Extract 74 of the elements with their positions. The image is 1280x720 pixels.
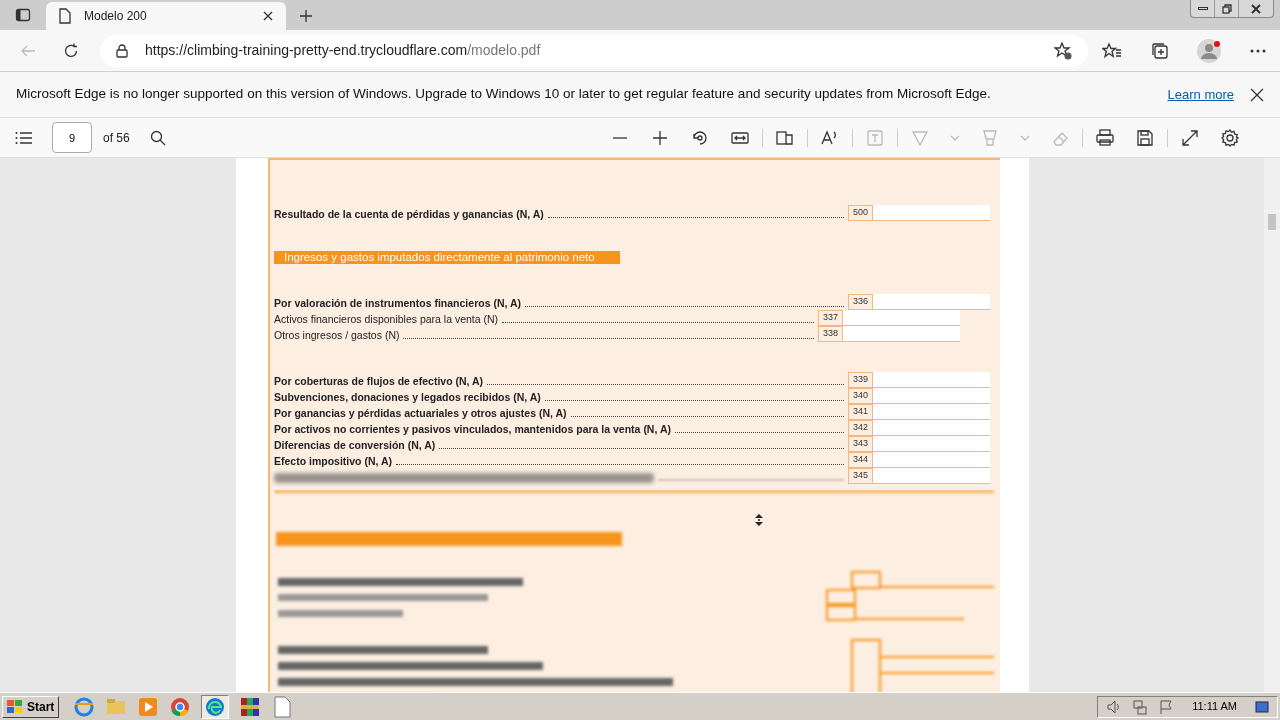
favorites-icon[interactable] xyxy=(1102,41,1123,60)
page-number-field[interactable]: 9 xyxy=(52,122,92,153)
new-tab-icon[interactable] xyxy=(299,9,313,23)
add-favorite-icon[interactable] xyxy=(1054,41,1072,60)
browser-tab[interactable]: Modelo 200 xyxy=(46,2,286,30)
amount-field[interactable] xyxy=(873,294,990,310)
chrome-icon[interactable] xyxy=(169,695,192,718)
box-number: 345 xyxy=(848,468,873,484)
show-desktop-icon[interactable] xyxy=(1255,700,1269,713)
media-player-icon[interactable] xyxy=(137,695,160,718)
refresh-icon[interactable] xyxy=(63,42,79,59)
start-button[interactable]: Start xyxy=(2,695,60,718)
tab-actions-icon[interactable] xyxy=(15,7,31,23)
flag-icon[interactable] xyxy=(1158,698,1175,715)
form-label: Otros ingresos / gastos (N) xyxy=(274,328,400,342)
archive-icon[interactable] xyxy=(239,695,262,718)
collections-icon[interactable] xyxy=(1150,41,1169,60)
close-icon[interactable] xyxy=(1250,87,1264,102)
amount-field[interactable] xyxy=(873,420,990,436)
form-label: Resultado de la cuenta de pérdidas y ganancias (N, A) xyxy=(274,207,544,221)
box-number: 339 xyxy=(848,372,873,388)
url-text: https://climbing-training-pretty-end.trycloudflare.com/modelo.pdf xyxy=(145,41,541,60)
box-number: 344 xyxy=(848,452,873,468)
four-squares-icon xyxy=(7,699,23,714)
box-number: 341 xyxy=(848,404,873,420)
learn-more-link[interactable]: Learn more xyxy=(1167,84,1234,105)
box-number: 340 xyxy=(848,388,873,404)
restore-icon[interactable] xyxy=(1221,3,1232,14)
box-number: 336 xyxy=(848,294,873,310)
amount-field[interactable] xyxy=(873,404,990,420)
form-label: Por valoración de instrumentos financieros (N, A) xyxy=(274,296,521,310)
box-number: 343 xyxy=(848,436,873,452)
search-icon[interactable] xyxy=(149,129,166,146)
section-heading: Ingresos y gastos imputados directamente al patrimonio neto xyxy=(274,251,620,264)
box-number: 337 xyxy=(818,310,843,326)
form-label: Subvenciones, donaciones y legados recibidos (N, A) xyxy=(274,390,541,404)
close-icon[interactable] xyxy=(262,10,274,22)
network-icon[interactable] xyxy=(1132,698,1149,715)
form-label: Por ganancias y pérdidas actuariales y otros ajustes (N, A) xyxy=(274,406,567,420)
amount-field[interactable] xyxy=(843,310,960,326)
box-number: 342 xyxy=(848,420,873,436)
print-icon[interactable] xyxy=(1094,127,1115,148)
info-message: Microsoft Edge is no longer supported on this version of Windows. Upgrade to Windows 10 or later to get regular feature and security updates from Microsoft Edge. xyxy=(16,85,992,104)
amount-field[interactable] xyxy=(873,205,990,221)
taskbar-edge-button[interactable] xyxy=(201,694,230,719)
amount-field[interactable] xyxy=(873,436,990,452)
box-number: 500 xyxy=(848,205,873,221)
form-label: Por activos no corrientes y pasivos vinculados, mantenidos para la venta (N, A) xyxy=(274,422,671,436)
contents-list-icon[interactable] xyxy=(15,130,33,145)
lock-icon xyxy=(116,43,128,58)
form-label: Activos financieros disponibles para la venta (N) xyxy=(274,312,499,326)
page-count: of 56 xyxy=(103,129,130,147)
amount-field[interactable] xyxy=(843,326,960,342)
tab-title: Modelo 200 xyxy=(84,8,148,25)
document-icon xyxy=(58,8,72,24)
save-icon[interactable] xyxy=(1134,127,1155,148)
amount-field[interactable] xyxy=(873,468,990,484)
close-icon[interactable] xyxy=(1251,3,1261,14)
form-label: Diferencias de conversión (N, A) xyxy=(274,438,436,452)
scroll-cursor-icon xyxy=(754,513,764,527)
profile-avatar-icon[interactable] xyxy=(1197,38,1222,63)
amount-field[interactable] xyxy=(873,388,990,404)
scrollbar-thumb[interactable] xyxy=(1268,214,1276,230)
clock: 11:11 AM xyxy=(1192,699,1237,715)
form-label: Por coberturas de flujos de efectivo (N, A) xyxy=(274,374,484,388)
amount-field[interactable] xyxy=(873,452,990,468)
fullscreen-icon[interactable] xyxy=(1179,127,1200,148)
amount-field[interactable] xyxy=(873,372,990,388)
address-bar[interactable]: https://climbing-training-pretty-end.trycloudflare.com/modelo.pdf xyxy=(100,34,1088,67)
more-icon[interactable] xyxy=(1249,48,1266,53)
blank-document-icon[interactable] xyxy=(271,695,294,718)
box-number: 338 xyxy=(818,326,843,342)
form-label: Efecto impositivo (N, A) xyxy=(274,454,393,468)
settings-icon[interactable] xyxy=(1219,127,1240,148)
